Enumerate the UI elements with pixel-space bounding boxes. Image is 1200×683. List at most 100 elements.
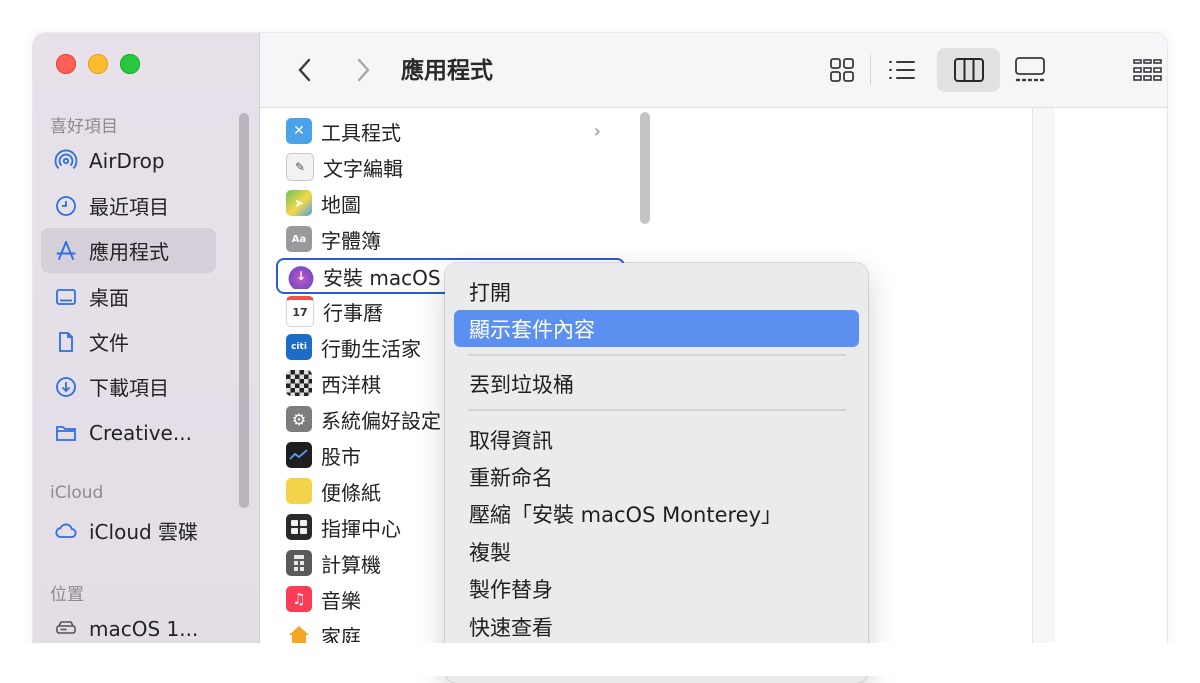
sidebar-item-label: macOS 1... [89,616,199,641]
column-scrollbar[interactable] [640,112,650,224]
document-icon [53,329,79,355]
stickies-icon [286,478,312,504]
sidebar-item-label: 桌面 [89,286,129,310]
menu-item-label: 複製 [469,540,511,565]
calendar-icon: 17 [286,295,314,327]
sidebar-section-icloud: iCloud [50,483,104,503]
menu-item-show-package-contents[interactable]: 顯示套件內容 [454,310,859,347]
file-label: 西洋棋 [321,372,381,397]
menu-item-duplicate[interactable]: 複製 [454,533,859,570]
sidebar-scrollbar[interactable] [239,113,249,508]
sidebar-item-label: AirDrop [89,148,165,173]
sidebar-item-applications[interactable]: 應用程式 [41,228,216,273]
stocks-icon [286,442,312,468]
fontbook-icon: Aa [286,226,312,252]
airdrop-icon [53,148,79,174]
sidebar-item-documents[interactable]: 文件 [41,319,216,364]
chevron-right-icon: › [593,120,601,142]
close-button[interactable] [56,54,76,74]
clock-icon [53,193,79,219]
file-item-fontbook[interactable]: Aa 字體簿 [276,222,621,256]
sidebar-item-airdrop[interactable]: AirDrop [41,138,216,183]
sidebar-item-creative[interactable]: Creative... [41,410,216,455]
file-label: 字體簿 [321,228,381,253]
menu-item-make-alias[interactable]: 製作替身 [454,570,859,607]
disk-icon [53,616,79,642]
apps-icon [53,238,79,264]
forward-button[interactable] [348,51,378,89]
toolbar: 應用程式 [260,33,1167,108]
sidebar-item-label: iCloud 雲碟 [89,520,199,544]
menu-item-label: 重新命名 [469,465,553,490]
forward-chevron-icon [357,58,370,82]
file-item-utilities[interactable]: ✕ 工具程式 › [276,114,621,148]
mission-control-icon [286,514,312,540]
file-label: 工具程式 [321,120,401,145]
sidebar: 喜好項目 AirDrop 最近項目 應用程式 桌面 文件 下載項目 Creati… [33,33,260,643]
zoom-button[interactable] [120,54,140,74]
gear-icon: ⚙ [286,406,312,432]
file-label: 計算機 [321,552,381,577]
menu-item-label: 快速查看 [469,615,553,640]
music-icon: ♫ [286,586,312,612]
column-empty [1055,108,1167,643]
menu-item-move-to-trash[interactable]: 丟到垃圾桶 [454,365,859,402]
sidebar-item-macos-disk[interactable]: macOS 1... [41,606,216,643]
sidebar-item-recents[interactable]: 最近項目 [41,183,216,228]
sidebar-item-icloud-drive[interactable]: iCloud 雲碟 [41,508,216,553]
context-menu: 打開 顯示套件內容 丟到垃圾桶 取得資訊 重新命名 壓縮「安裝 macOS Mo… [445,263,868,683]
sidebar-item-downloads[interactable]: 下載項目 [41,364,216,409]
list-view-button[interactable] [882,51,922,89]
textedit-icon: ✎ [286,153,314,181]
icon-view-icon [830,58,854,82]
file-label: 文字編輯 [323,156,403,181]
list-view-icon [889,61,915,79]
file-label: 系統偏好設定 [321,408,441,433]
maps-icon: ➤ [286,190,312,216]
sidebar-item-label: 應用程式 [89,240,169,264]
menu-item-rename[interactable]: 重新命名 [454,458,859,495]
install-macos-icon: ↓ [288,263,314,289]
file-label: 行事曆 [323,300,383,325]
icon-view-button[interactable] [823,51,861,89]
folder-utilities-icon: ✕ [286,118,312,144]
menu-item-label: 取得資訊 [469,428,553,453]
menu-item-label: 丟到垃圾桶 [469,372,574,397]
cloud-icon [53,518,79,544]
file-label: 音樂 [321,588,361,613]
back-button[interactable] [290,51,320,89]
menu-item-compress[interactable]: 壓縮「安裝 macOS Monterey」 [454,495,859,532]
toolbar-divider [870,55,871,85]
menu-item-label: 顯示套件內容 [469,317,595,342]
menu-separator [468,354,846,356]
menu-item-get-info[interactable]: 取得資訊 [454,421,859,458]
sidebar-item-label: 文件 [89,331,129,355]
traffic-lights [56,54,140,74]
file-label: 地圖 [321,192,361,217]
menu-item-quick-look[interactable]: 快速查看 [454,608,859,645]
group-icon [1132,59,1162,81]
file-label: 行動生活家 [321,336,421,361]
sidebar-section-locations: 位置 [50,585,84,605]
file-item-textedit[interactable]: ✎ 文字編輯 [276,150,621,184]
back-chevron-icon [298,58,311,82]
menu-separator [468,409,846,411]
folder-icon [53,420,79,446]
sidebar-item-label: Creative... [89,420,192,445]
desktop-icon [53,284,79,310]
gallery-view-icon [1015,57,1045,82]
home-icon [286,622,312,643]
menu-item-label: 打開 [469,280,511,305]
menu-item-label: 壓縮「安裝 macOS Monterey」 [469,502,783,527]
window-title: 應用程式 [401,58,493,84]
column-view-button[interactable] [937,48,1000,92]
menu-item-open[interactable]: 打開 [454,273,859,310]
minimize-button[interactable] [88,54,108,74]
file-label: 便條紙 [321,480,381,505]
group-button[interactable] [1127,51,1167,89]
file-item-maps[interactable]: ➤ 地圖 [276,186,621,220]
gallery-view-button[interactable] [1008,50,1052,90]
file-label: 股市 [321,444,361,469]
sidebar-item-desktop[interactable]: 桌面 [41,274,216,319]
column-resize-divider[interactable] [1032,108,1056,643]
